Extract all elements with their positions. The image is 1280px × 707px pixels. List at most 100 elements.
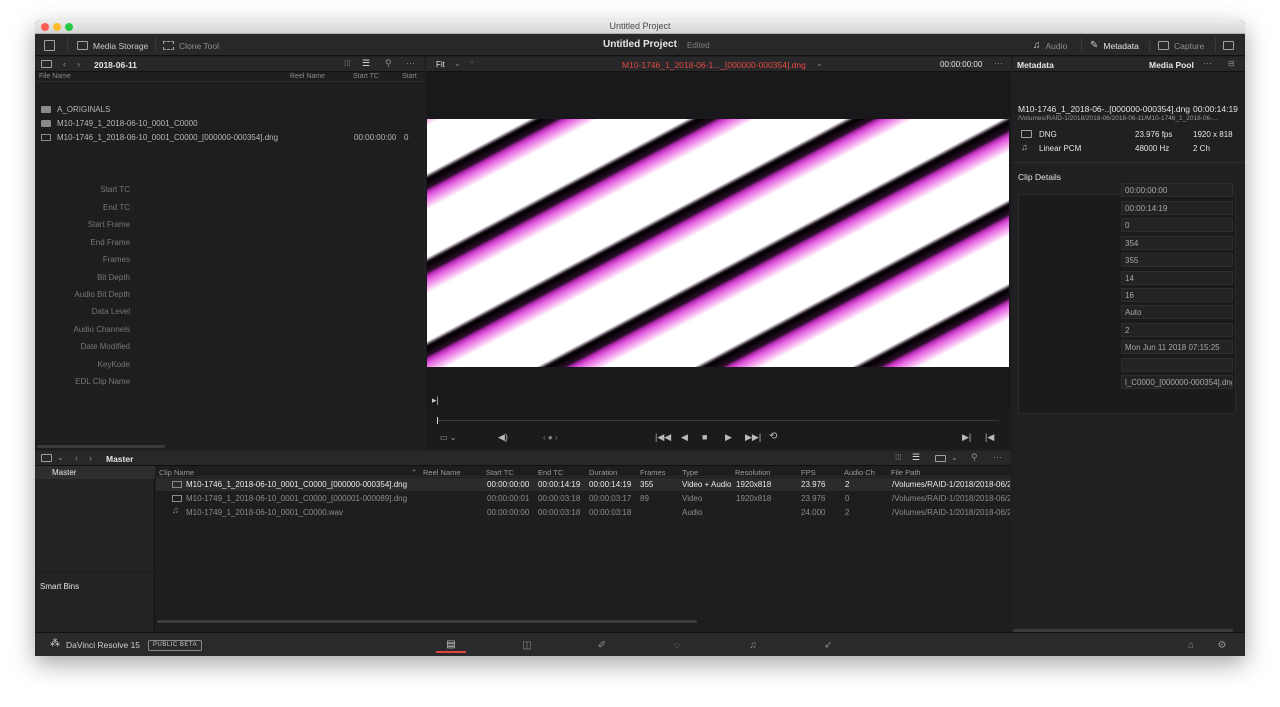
col-resolution[interactable]: Resolution — [735, 468, 770, 477]
metadata-button[interactable]: ✎ Metadata — [1090, 39, 1139, 52]
field-label: Audio Bit Depth — [74, 290, 130, 299]
media-pool-columns — [156, 466, 1011, 477]
chevron-down-icon[interactable]: ⌄ — [454, 59, 461, 68]
search-icon[interactable]: ⚲ — [385, 58, 392, 69]
loop-icon[interactable]: ⟲ — [769, 431, 777, 442]
field-label: Start TC — [100, 185, 130, 194]
window-titlebar: Untitled Project — [35, 20, 1245, 34]
media-page-button[interactable]: ▤ — [436, 637, 466, 653]
chevron-down-icon[interactable]: ⌄ — [57, 453, 64, 462]
first-frame-icon[interactable]: |◀◀ — [655, 432, 671, 443]
col-fps[interactable]: FPS — [801, 468, 816, 477]
edl-clip-name-field[interactable]: l_C0000_[000000-000354].dng — [1121, 375, 1233, 389]
list-item[interactable]: M10-1749_1_2018-06-10_0001_C0000 — [41, 119, 198, 128]
grid-view-icon[interactable]: ⁞⁞⁞ — [344, 59, 351, 68]
keykode-field[interactable] — [1121, 358, 1233, 372]
fullscreen-button[interactable] — [1223, 39, 1234, 52]
fusion-page-icon: ✐ — [597, 639, 607, 651]
playhead[interactable] — [437, 417, 438, 424]
field-label: Audio Channels — [73, 325, 130, 334]
more-options-icon[interactable]: ··· — [406, 58, 415, 68]
viewer-header: Fit ⌄ ○ M10-1746_1_2018-06-1..._[000000-… — [426, 57, 1011, 72]
col-end-tc[interactable]: End TC — [538, 468, 563, 477]
search-icon[interactable]: ⚲ — [971, 452, 978, 463]
forward-arrow-icon[interactable]: › — [89, 453, 92, 463]
audio-button[interactable]: ♫ Audio — [1033, 39, 1067, 52]
monitor-icon — [1223, 41, 1234, 50]
panel-toggle-button[interactable] — [44, 39, 55, 52]
speaker-icon[interactable]: ◀) — [498, 432, 508, 443]
mark-out-icon[interactable]: |◀ — [985, 432, 994, 443]
viewer-mode-button[interactable]: ▭ ⌄ — [440, 433, 456, 442]
list-view-icon[interactable]: ☰ — [912, 452, 920, 463]
chevron-down-icon[interactable]: ⌄ — [951, 453, 958, 462]
list-item[interactable]: A_ORIGINALS — [41, 105, 110, 114]
frames-field[interactable]: 355 — [1121, 253, 1233, 267]
sidebar-toggle-icon[interactable] — [41, 454, 52, 462]
list-item[interactable]: M10-1746_1_2018-06-10_0001_C0000_[000000… — [41, 133, 421, 142]
col-clip-name[interactable]: Clip Name — [159, 468, 194, 477]
media-storage-button[interactable]: Media Storage — [77, 39, 148, 52]
horizontal-scrollbar[interactable] — [37, 445, 165, 448]
media-pool-toggle[interactable]: Media Pool — [1149, 60, 1194, 70]
sort-ascending-icon[interactable]: ⌃ — [411, 468, 417, 477]
capture-button[interactable]: Capture — [1158, 39, 1204, 52]
back-arrow-icon[interactable]: ‹ — [63, 59, 66, 69]
start-frame-field[interactable]: 0 — [1121, 218, 1233, 232]
reverse-play-icon[interactable]: ◀ — [681, 432, 688, 443]
grid-view-icon[interactable]: ⁞⁞⁞ — [895, 453, 902, 462]
col-file-name[interactable]: File Name — [39, 73, 71, 80]
more-options-icon[interactable]: ··· — [993, 452, 1002, 462]
sidebar-toggle-icon[interactable] — [41, 60, 52, 68]
play-icon[interactable]: ▶ — [725, 432, 732, 443]
color-page-button[interactable]: ◌ — [662, 637, 692, 653]
col-frames[interactable]: Frames — [640, 468, 665, 477]
fairlight-page-button[interactable]: ♫ — [738, 637, 768, 653]
bit-depth-field[interactable]: 14 — [1121, 271, 1233, 285]
audio-channels: 2 Ch — [1193, 144, 1210, 153]
home-button[interactable]: ⌂ — [1176, 637, 1206, 653]
date-modified-field[interactable]: Mon Jun 11 2018 07:15:25 — [1121, 340, 1233, 354]
col-reel-name[interactable]: Reel Name — [423, 468, 461, 477]
list-view-icon[interactable]: ☰ — [362, 58, 370, 69]
clone-tool-button[interactable]: Clone Tool — [163, 39, 219, 52]
settings-button[interactable]: ⚙ — [1207, 637, 1237, 653]
deliver-page-button[interactable]: ➶ — [813, 637, 843, 653]
col-reel-name[interactable]: Reel Name — [290, 73, 325, 80]
col-audio-ch[interactable]: Audio Ch — [844, 468, 875, 477]
jog-control[interactable]: ‹ ● › — [543, 433, 558, 442]
gear-icon: ⚙ — [1217, 639, 1227, 651]
stop-icon[interactable]: ■ — [702, 432, 707, 442]
zoom-select[interactable]: Fit — [436, 60, 445, 69]
more-options-icon[interactable]: ··· — [994, 58, 1003, 68]
field-label: End Frame — [90, 238, 130, 247]
thumbnail-size-icon[interactable] — [935, 455, 946, 462]
start-tc-field[interactable]: 00:00:00:00 — [1121, 183, 1233, 197]
fusion-page-button[interactable]: ✐ — [587, 637, 617, 653]
col-type[interactable]: Type — [682, 468, 698, 477]
end-frame-field[interactable]: 354 — [1121, 236, 1233, 250]
mark-in-icon[interactable]: ▶| — [962, 432, 971, 443]
col-start-tc[interactable]: Start TC — [353, 73, 379, 80]
field-label: Start Frame — [87, 220, 130, 229]
more-options-icon[interactable]: ··· — [1203, 58, 1212, 68]
col-file-path[interactable]: File Path — [891, 468, 921, 477]
col-start[interactable]: Start — [402, 73, 417, 80]
end-tc-field[interactable]: 00:00:14:19 — [1121, 201, 1233, 215]
col-start-tc[interactable]: Start TC — [486, 468, 514, 477]
horizontal-scrollbar[interactable] — [157, 620, 697, 623]
pin-icon[interactable]: ⊟ — [1228, 59, 1235, 68]
back-arrow-icon[interactable]: ‹ — [75, 453, 78, 463]
chevron-down-icon[interactable]: ⌄ — [816, 59, 823, 68]
data-level-field[interactable]: Auto — [1121, 305, 1233, 319]
forward-arrow-icon[interactable]: › — [77, 59, 80, 69]
play-marker-icon[interactable]: ▸| — [432, 395, 439, 406]
last-frame-icon[interactable]: ▶▶| — [745, 432, 761, 443]
audio-channels-field[interactable]: 2 — [1121, 323, 1233, 337]
media-pool-header: ⌄ ‹ › Master ⁞⁞⁞ ☰ ⌄ ⚲ ··· — [35, 451, 1011, 466]
col-duration[interactable]: Duration — [589, 468, 617, 477]
edit-page-button[interactable]: ◫ — [512, 637, 542, 653]
scrubber-track[interactable] — [437, 420, 999, 421]
audio-bit-depth-field[interactable]: 16 — [1121, 288, 1233, 302]
resolve-logo-icon: ⁂ — [50, 638, 60, 649]
